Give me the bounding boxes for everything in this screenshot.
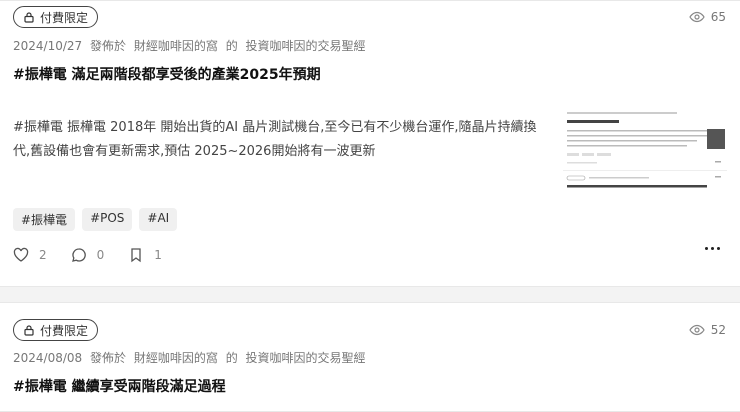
view-count-value: 52 — [710, 323, 726, 337]
view-count: 52 — [689, 322, 726, 338]
published-label: 發佈於 — [90, 39, 127, 53]
lock-icon — [24, 325, 34, 336]
paid-badge-label: 付費限定 — [40, 323, 89, 338]
tag-chip[interactable]: #POS — [82, 208, 133, 231]
of-label: 的 — [225, 351, 238, 365]
paid-badge-label: 付費限定 — [40, 10, 89, 25]
tag-list: #振樺電 #POS #AI — [13, 208, 178, 231]
published-label: 發佈於 — [90, 351, 127, 365]
eye-icon — [689, 324, 705, 336]
column-link[interactable]: 投資咖啡因的交易聖經 — [246, 351, 366, 365]
post-date: 2024/08/08 — [13, 351, 83, 365]
save-count: 1 — [154, 248, 162, 262]
column-link[interactable]: 投資咖啡因的交易聖經 — [246, 39, 366, 53]
post-title[interactable]: #振樺電 滿足兩階段都享受後的產業2025年預期 — [13, 64, 321, 84]
like-count: 2 — [39, 248, 47, 262]
view-count-value: 65 — [710, 10, 726, 24]
post-date: 2024/10/27 — [13, 39, 83, 53]
paid-badge: 付費限定 — [13, 319, 99, 341]
comment-icon — [71, 248, 86, 262]
heart-icon — [13, 247, 29, 262]
paid-badge: 付費限定 — [13, 6, 99, 28]
more-icon[interactable] — [705, 247, 720, 250]
bookmark-icon — [131, 248, 141, 263]
author-link[interactable]: 財經咖啡因的窩 — [134, 351, 218, 365]
post-thumbnail[interactable] — [563, 106, 727, 198]
post-actions: 2 0 1 — [13, 247, 186, 263]
post-excerpt: #振樺電 振樺電 2018年 開始出貨的AI 晶片測試機台,至今已有不少機台運作… — [13, 120, 537, 159]
comment-count: 0 — [96, 248, 105, 262]
bookmark-button[interactable]: 1 — [128, 247, 162, 263]
post-meta: 2024/08/08 發佈於 財經咖啡因的窩 的 投資咖啡因的交易聖經 — [13, 349, 370, 366]
author-link[interactable]: 財經咖啡因的窩 — [134, 39, 218, 53]
tag-chip[interactable]: #振樺電 — [13, 208, 76, 231]
comment-button[interactable]: 0 — [71, 247, 105, 263]
post-title[interactable]: #振樺電 繼續享受兩階段滿足過程 — [13, 376, 226, 396]
like-button[interactable]: 2 — [13, 247, 47, 263]
eye-icon — [689, 11, 705, 23]
post-card[interactable]: 付費限定 65 2024/10/27 發佈於 財經咖啡因的窩 的 投資咖啡因的交… — [0, 0, 740, 287]
view-count: 65 — [689, 9, 726, 25]
post-card[interactable]: 付費限定 52 2024/08/08 發佈於 財經咖啡因的窩 的 投資咖啡因的交… — [0, 302, 740, 412]
tag-chip[interactable]: #AI — [139, 208, 178, 231]
post-meta: 2024/10/27 發佈於 財經咖啡因的窩 的 投資咖啡因的交易聖經 — [13, 37, 370, 54]
of-label: 的 — [225, 39, 238, 53]
lock-icon — [24, 12, 34, 23]
